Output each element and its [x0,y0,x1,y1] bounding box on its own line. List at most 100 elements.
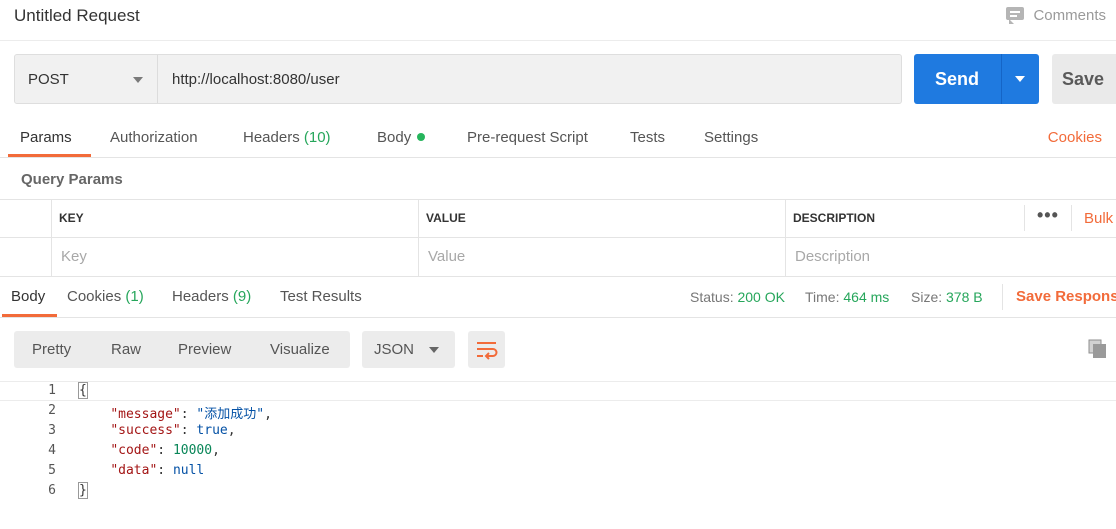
code-line: } [78,482,88,499]
cookies-link[interactable]: Cookies [1048,129,1102,146]
value-input[interactable]: Value [428,248,465,265]
comments-button[interactable]: Comments [1005,6,1106,24]
table-border [0,199,1116,200]
open-brace: { [78,382,88,399]
save-button[interactable]: Save [1052,54,1116,104]
cookies-count: (1) [125,288,144,305]
json-value: 10000 [172,443,213,458]
status-label: Status: [690,289,734,305]
url-input[interactable]: http://localhost:8080/user [157,54,902,104]
status-readout: Status: 200 OK [690,289,785,305]
save-response-button[interactable]: Save Response [1016,288,1116,305]
table-border [418,199,419,276]
divider [0,317,1116,318]
line-number: 5 [48,463,56,478]
table-border [0,276,1116,277]
time-readout: Time: 464 ms [805,289,889,305]
view-mode-preview[interactable]: Preview [178,341,231,358]
wrap-icon [477,342,498,360]
table-border [1024,205,1025,231]
close-brace: } [78,482,88,499]
time-label: Time: [805,289,840,305]
copy-icon [1088,339,1106,358]
tab-tests[interactable]: Tests [630,129,665,146]
code-line: "success": true, [110,423,236,438]
send-options-button[interactable] [1002,54,1039,104]
code-line: "data": null [110,463,205,478]
headers-count: (10) [303,129,331,146]
description-input[interactable]: Description [795,248,870,265]
view-mode-raw[interactable]: Raw [111,341,141,358]
format-value: JSON [374,341,415,358]
json-value: "添加成功" [196,407,265,422]
column-header-description: DESCRIPTION [793,211,876,225]
send-button-group: Send [914,54,1039,104]
line-number: 2 [48,403,56,418]
request-title[interactable]: Untitled Request [14,6,140,26]
response-headers-count: (9) [232,288,252,305]
format-select[interactable]: JSON [362,331,455,368]
status-dot-icon [417,133,426,142]
json-key: "data" [110,463,158,478]
current-line-highlight [0,381,1116,401]
bulk-edit-link[interactable]: Bulk [1084,210,1113,227]
tab-params[interactable]: Params [20,129,72,146]
wrap-lines-button[interactable] [468,331,505,368]
table-border [1071,205,1072,231]
comment-icon [1005,6,1025,24]
tab-body[interactable]: Body [377,129,426,146]
chevron-down-icon [133,77,143,83]
method-select[interactable]: POST [14,54,158,104]
line-number: 1 [48,383,56,398]
size-readout: Size: 378 B [911,289,983,305]
comments-label: Comments [1033,6,1106,24]
view-mode-visualize[interactable]: Visualize [270,341,330,358]
view-mode-switcher: Pretty Raw Preview Visualize [14,331,350,368]
column-header-key: KEY [59,211,84,225]
json-value: null [172,463,205,478]
response-tab-cookies[interactable]: Cookies (1) [67,288,144,305]
table-border [785,199,786,276]
tab-pre-request-script[interactable]: Pre-request Script [467,129,588,146]
response-tab-cookies-label: Cookies [67,288,122,305]
tab-headers-label: Headers [243,129,300,146]
table-border [51,199,52,276]
json-key: "message" [110,407,181,422]
url-value: http://localhost:8080/user [172,70,340,88]
table-border [0,237,1116,238]
size-value: 378 B [946,289,983,305]
copy-button[interactable] [1088,339,1108,359]
time-value: 464 ms [843,289,890,305]
divider [0,157,1116,158]
tab-body-label: Body [377,129,412,146]
more-options-icon[interactable]: ••• [1037,205,1059,226]
query-params-heading: Query Params [21,171,123,188]
size-label: Size: [911,289,943,305]
chevron-down-icon [1015,76,1025,82]
response-tab-body[interactable]: Body [11,288,45,305]
json-key: "code" [110,443,158,458]
code-line: "message": "添加成功", [110,407,272,422]
line-number: 4 [48,443,56,458]
key-input[interactable]: Key [61,248,87,265]
tab-headers[interactable]: Headers (10) [243,129,331,146]
status-value: 200 OK [737,289,785,305]
code-line: { [78,382,88,399]
line-number: 6 [48,483,56,498]
json-key: "success" [110,423,181,438]
send-button[interactable]: Send [914,54,1000,104]
method-value: POST [28,70,69,88]
column-header-value: VALUE [426,211,466,225]
divider [0,40,1116,41]
response-tab-test-results[interactable]: Test Results [280,288,362,305]
response-tab-headers[interactable]: Headers (9) [172,288,251,305]
view-mode-pretty[interactable]: Pretty [32,341,71,358]
json-value: true [196,423,228,438]
line-number: 3 [48,423,56,438]
divider [1002,284,1003,310]
tab-settings[interactable]: Settings [704,129,758,146]
code-line: "code": 10000, [110,443,220,458]
chevron-down-icon [429,347,439,353]
response-tab-headers-label: Headers [172,288,229,305]
tab-authorization[interactable]: Authorization [110,129,198,146]
